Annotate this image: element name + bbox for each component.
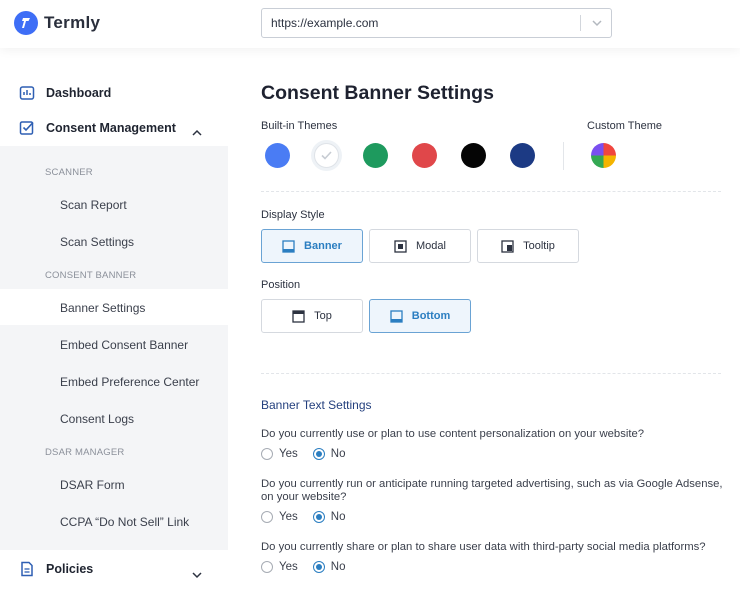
chevron-down-icon[interactable] bbox=[588, 15, 606, 31]
position-bottom-button[interactable]: Bottom bbox=[369, 299, 471, 333]
display-style-label: Display Style bbox=[261, 209, 325, 221]
section-label-dsar-manager: DSAR MANAGER bbox=[45, 447, 125, 458]
sidebar-item-policies[interactable]: Policies bbox=[18, 560, 93, 578]
url-divider bbox=[580, 15, 581, 31]
sidebar-item-consent-management[interactable]: Consent Management bbox=[18, 119, 176, 137]
chevron-down-icon[interactable] bbox=[191, 566, 203, 584]
termly-logo[interactable]: Termly bbox=[14, 11, 100, 35]
option-label: Top bbox=[314, 310, 332, 322]
sidebar-item-dsar-form[interactable]: DSAR Form bbox=[60, 478, 125, 492]
radio-button-selected[interactable] bbox=[312, 448, 325, 460]
radio-no[interactable]: No bbox=[312, 511, 346, 523]
position-top-button[interactable]: Top bbox=[261, 299, 363, 333]
sidebar-item-scan-report[interactable]: Scan Report bbox=[60, 198, 127, 212]
checkmark-icon bbox=[321, 151, 332, 160]
tooltip-layout-icon bbox=[501, 239, 514, 253]
theme-swatch-white[interactable] bbox=[314, 143, 339, 168]
theme-swatch-red[interactable] bbox=[412, 143, 437, 168]
radio-yes[interactable]: Yes bbox=[261, 511, 298, 523]
sidebar-item-dashboard[interactable]: Dashboard bbox=[18, 84, 111, 102]
sidebar-item-embed-consent-banner[interactable]: Embed Consent Banner bbox=[60, 338, 188, 352]
radio-button-selected[interactable] bbox=[312, 511, 325, 523]
radio-label: Yes bbox=[279, 561, 298, 573]
question-personalization: Do you currently use or plan to use cont… bbox=[261, 428, 645, 440]
radio-yes[interactable]: Yes bbox=[261, 561, 298, 573]
radio-label: Yes bbox=[279, 448, 298, 460]
sidebar-item-consent-logs[interactable]: Consent Logs bbox=[60, 412, 134, 426]
sidebar-item-ccpa-link[interactable]: CCPA “Do Not Sell” Link bbox=[60, 515, 189, 529]
banner-text-settings-title: Banner Text Settings bbox=[261, 398, 372, 412]
question-advertising: Do you currently run or anticipate runni… bbox=[261, 478, 723, 503]
question-social-media: Do you currently share or plan to share … bbox=[261, 541, 706, 553]
radio-label: No bbox=[330, 448, 346, 460]
radio-label: No bbox=[330, 561, 346, 573]
theme-swatch-navy[interactable] bbox=[510, 143, 535, 168]
custom-theme-label: Custom Theme bbox=[587, 120, 662, 132]
sidebar-item-label: Dashboard bbox=[46, 86, 112, 100]
url-selector[interactable] bbox=[261, 8, 612, 38]
app-name: Termly bbox=[44, 13, 101, 32]
radio-yes[interactable]: Yes bbox=[261, 448, 298, 460]
main-content: Consent Banner Settings Built-in Themes … bbox=[228, 48, 740, 590]
termly-logo-icon bbox=[14, 11, 38, 35]
sidebar-item-scan-settings[interactable]: Scan Settings bbox=[60, 235, 134, 249]
radio-group-social-media: Yes No bbox=[261, 561, 360, 573]
top-bar: Termly bbox=[0, 0, 740, 48]
sidebar-item-label: Policies bbox=[46, 562, 94, 576]
radio-group-personalization: Yes No bbox=[261, 448, 360, 460]
option-label: Banner bbox=[304, 240, 342, 252]
radio-button[interactable] bbox=[261, 448, 273, 460]
radio-no[interactable]: No bbox=[312, 561, 346, 573]
theme-swatch-black[interactable] bbox=[461, 143, 486, 168]
divider bbox=[261, 191, 721, 192]
modal-layout-icon bbox=[394, 239, 407, 253]
checkbox-icon bbox=[18, 119, 36, 137]
sidebar-item-label: Consent Management bbox=[46, 121, 176, 135]
display-style-modal-button[interactable]: Modal bbox=[369, 229, 471, 263]
radio-group-advertising: Yes No bbox=[261, 511, 360, 523]
theme-swatch-blue[interactable] bbox=[265, 143, 290, 168]
option-label: Modal bbox=[416, 240, 446, 252]
sidebar-item-embed-preference-center[interactable]: Embed Preference Center bbox=[60, 375, 199, 389]
radio-no[interactable]: No bbox=[312, 448, 346, 460]
theme-swatch-green[interactable] bbox=[363, 143, 388, 168]
custom-theme-color-wheel-icon[interactable] bbox=[591, 143, 616, 168]
section-label-consent-banner: CONSENT BANNER bbox=[45, 270, 137, 281]
dashboard-icon bbox=[18, 84, 36, 102]
display-style-banner-button[interactable]: Banner bbox=[261, 229, 363, 263]
top-position-icon bbox=[292, 309, 305, 323]
radio-button[interactable] bbox=[261, 511, 273, 523]
bottom-position-icon bbox=[390, 309, 403, 323]
banner-layout-icon bbox=[282, 239, 295, 253]
option-label: Tooltip bbox=[523, 240, 555, 252]
radio-label: No bbox=[330, 511, 346, 523]
radio-label: Yes bbox=[279, 511, 298, 523]
url-input[interactable] bbox=[262, 9, 580, 37]
display-style-tooltip-button[interactable]: Tooltip bbox=[477, 229, 579, 263]
theme-divider bbox=[563, 142, 564, 170]
radio-button-selected[interactable] bbox=[312, 561, 325, 573]
section-label-scanner: SCANNER bbox=[45, 167, 93, 178]
divider bbox=[261, 373, 721, 374]
position-label: Position bbox=[261, 279, 301, 291]
radio-button[interactable] bbox=[261, 561, 273, 573]
sidebar: Dashboard Consent Management SCANNER Sca… bbox=[0, 48, 228, 590]
builtin-themes-label: Built-in Themes bbox=[261, 120, 338, 132]
sidebar-item-banner-settings[interactable]: Banner Settings bbox=[60, 301, 145, 315]
chevron-up-icon[interactable] bbox=[191, 124, 203, 142]
option-label: Bottom bbox=[411, 310, 451, 322]
document-icon bbox=[18, 560, 36, 578]
page-title: Consent Banner Settings bbox=[261, 82, 494, 104]
